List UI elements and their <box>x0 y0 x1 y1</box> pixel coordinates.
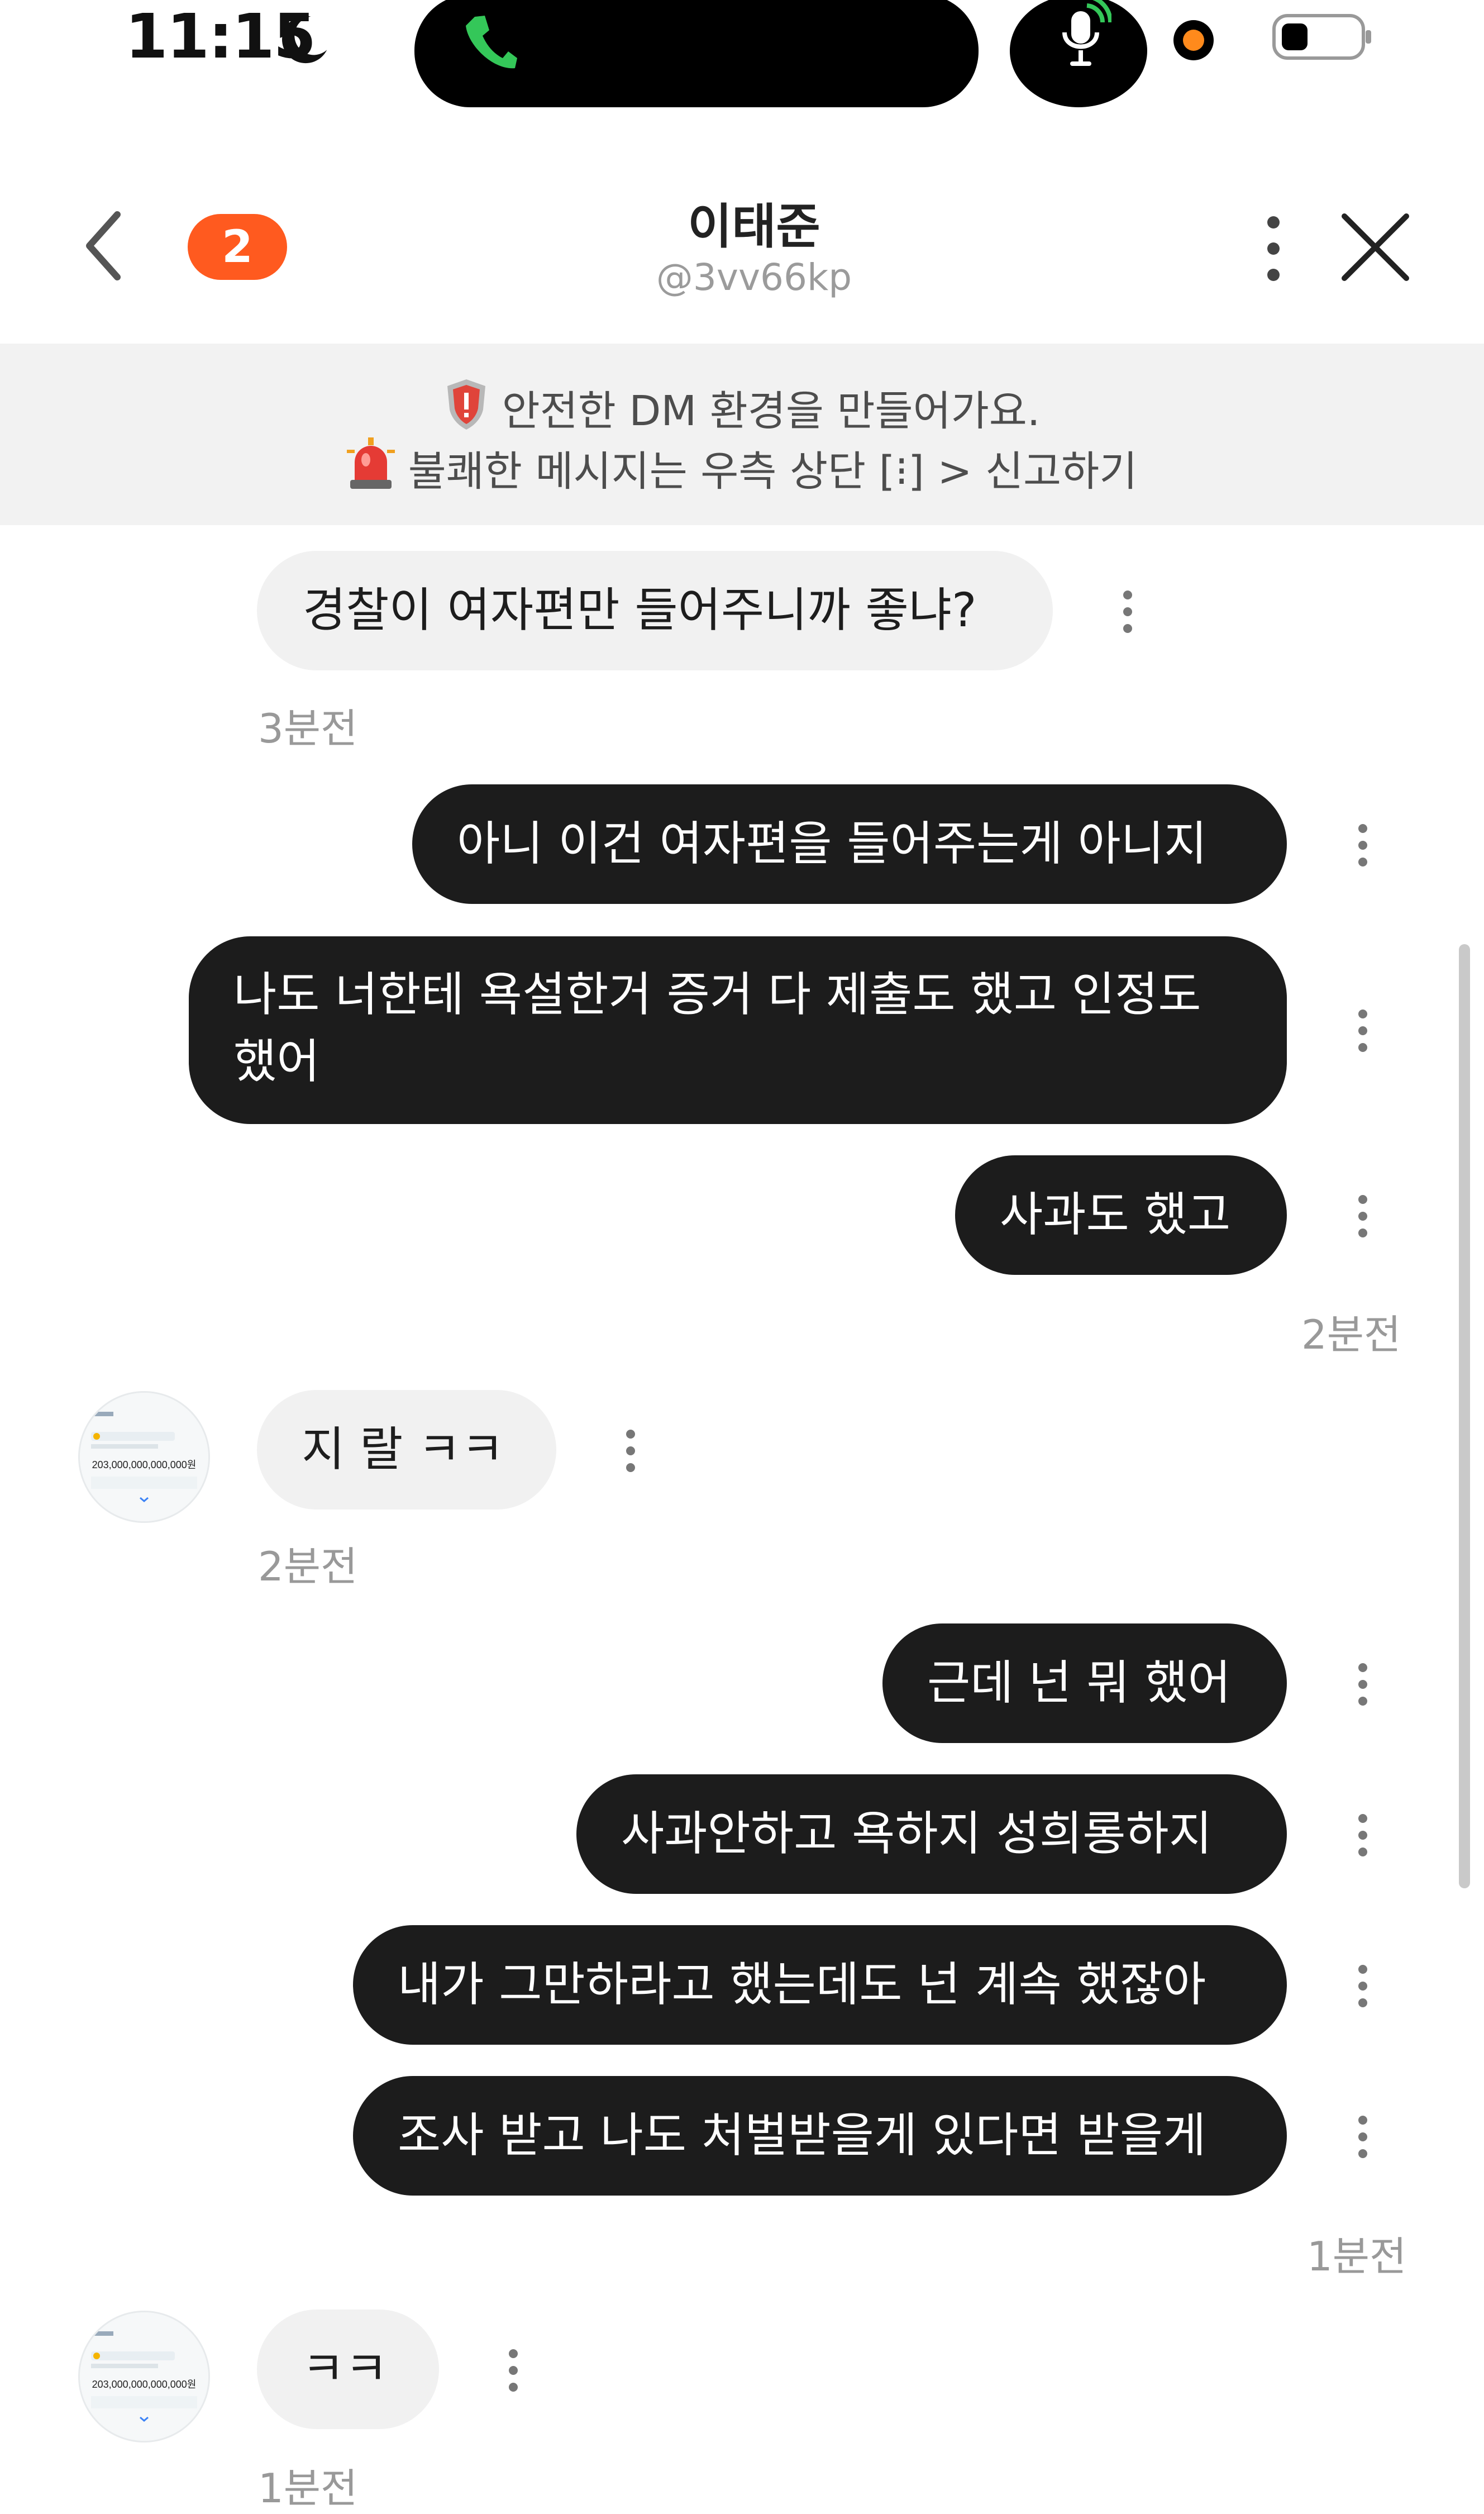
safety-notice-banner: 안전한 DM 환경을 만들어가요. 불쾌한 메시지는 우측 상단 [⁝] > 신… <box>0 344 1484 525</box>
message-text: 했어 <box>233 1034 320 1089</box>
message-more-icon[interactable] <box>1352 1191 1374 1241</box>
siren-icon <box>346 437 395 489</box>
message-text: 근데 넌 뭐 했어 <box>927 1655 1231 1710</box>
phone-call-icon[interactable] <box>462 12 518 74</box>
more-vertical-icon[interactable] <box>1251 212 1296 285</box>
back-chevron-icon[interactable] <box>78 207 134 285</box>
notice-text-report: 불쾌한 메시지는 우측 상단 [⁝] > 신고하기 <box>408 447 1138 496</box>
sender-avatar[interactable]: 203,000,000,000,000원 <box>78 1391 210 1523</box>
message-bubble-outgoing[interactable]: 나도 너한테 욕설한거 증거 다 제출도 했고 인정도 했어 <box>189 936 1287 1124</box>
notice-line: 불쾌한 메시지는 우측 상단 [⁝] > 신고하기 <box>0 437 1484 498</box>
message-text: 사과안하고 욕하지 성희롱하지 <box>621 1806 1213 1861</box>
bank-app-screenshot-avatar: 203,000,000,000,000원 <box>80 2312 208 2441</box>
message-more-icon[interactable] <box>1352 1810 1374 1860</box>
message-text: 아니 이건 여자편을 들어주는게 아니지 <box>457 816 1208 871</box>
message-text: 경찰이 여자편만 들어주니까 좋냐? <box>303 583 977 637</box>
message-text: 나도 너한테 욕설한거 증거 다 제출도 했고 인정도 <box>233 967 1201 1022</box>
message-more-icon[interactable] <box>619 1426 642 1476</box>
message-bubble-outgoing[interactable]: 조사 받고 나도 처벌받을게 있다면 받을게 <box>353 2076 1287 2196</box>
message-more-icon[interactable] <box>1352 1006 1374 1056</box>
shield-icon <box>447 379 485 430</box>
recording-dot-fill <box>1183 30 1204 51</box>
notice-text-safe-dm: 안전한 DM 환경을 만들어가요. <box>502 387 1041 435</box>
message-timestamp: 3분전 <box>258 705 358 752</box>
message-text: 사과도 했고 <box>1000 1187 1231 1242</box>
message-more-icon[interactable] <box>1116 587 1139 637</box>
message-bubble-incoming[interactable]: ㅋㅋ <box>257 2310 439 2429</box>
sender-avatar[interactable]: 203,000,000,000,000원 <box>78 2311 210 2442</box>
message-text: 내가 그만하라고 했는데도 넌 계속 했잖아 <box>398 1957 1206 2012</box>
message-bubble-incoming[interactable]: 경찰이 여자편만 들어주니까 좋냐? <box>257 551 1053 670</box>
message-bubble-outgoing[interactable]: 내가 그만하라고 했는데도 넌 계속 했잖아 <box>353 1925 1287 2045</box>
notice-line: 안전한 DM 환경을 만들어가요. <box>0 377 1484 437</box>
svg-text:203,000,000,000,000원: 203,000,000,000,000원 <box>92 2379 197 2390</box>
message-text: 지 랄 ㅋㅋ <box>302 1422 504 1477</box>
message-bubble-incoming[interactable]: 지 랄 ㅋㅋ <box>257 1390 556 1510</box>
close-icon[interactable] <box>1338 210 1413 285</box>
microphone-icon <box>1062 0 1111 66</box>
message-timestamp: 1분전 <box>1307 2233 1407 2280</box>
unread-count-badge[interactable]: 2 <box>188 214 287 280</box>
message-more-icon[interactable] <box>1352 2112 1374 2162</box>
message-timestamp: 1분전 <box>258 2465 358 2512</box>
bank-app-screenshot-avatar: 203,000,000,000,000원 <box>80 1393 208 1521</box>
message-bubble-outgoing[interactable]: 근데 넌 뭐 했어 <box>882 1623 1287 1743</box>
chat-partner-name: 이태준 <box>688 199 820 255</box>
message-more-icon[interactable] <box>1352 820 1374 870</box>
message-more-icon[interactable] <box>1352 1961 1374 2011</box>
message-text: ㅋㅋ <box>302 2341 388 2396</box>
message-bubble-outgoing[interactable]: 사과도 했고 <box>955 1155 1287 1275</box>
message-bubble-outgoing[interactable]: 사과안하고 욕하지 성희롱하지 <box>576 1774 1287 1894</box>
scrollbar-thumb[interactable] <box>1459 944 1470 1888</box>
message-text: 조사 받고 나도 처벌받을게 있다면 받을게 <box>398 2108 1206 2163</box>
chat-partner-handle: @3vv66kp <box>656 256 852 299</box>
message-timestamp: 2분전 <box>1301 1311 1401 1358</box>
message-bubble-outgoing[interactable]: 아니 이건 여자편을 들어주는게 아니지 <box>412 784 1287 904</box>
message-more-icon[interactable] <box>1352 1659 1374 1710</box>
moon-icon <box>282 16 327 64</box>
battery-icon <box>1272 14 1371 60</box>
message-more-icon[interactable] <box>502 2345 524 2396</box>
svg-text:203,000,000,000,000원: 203,000,000,000,000원 <box>92 1459 197 1470</box>
message-timestamp: 2분전 <box>258 1543 358 1590</box>
